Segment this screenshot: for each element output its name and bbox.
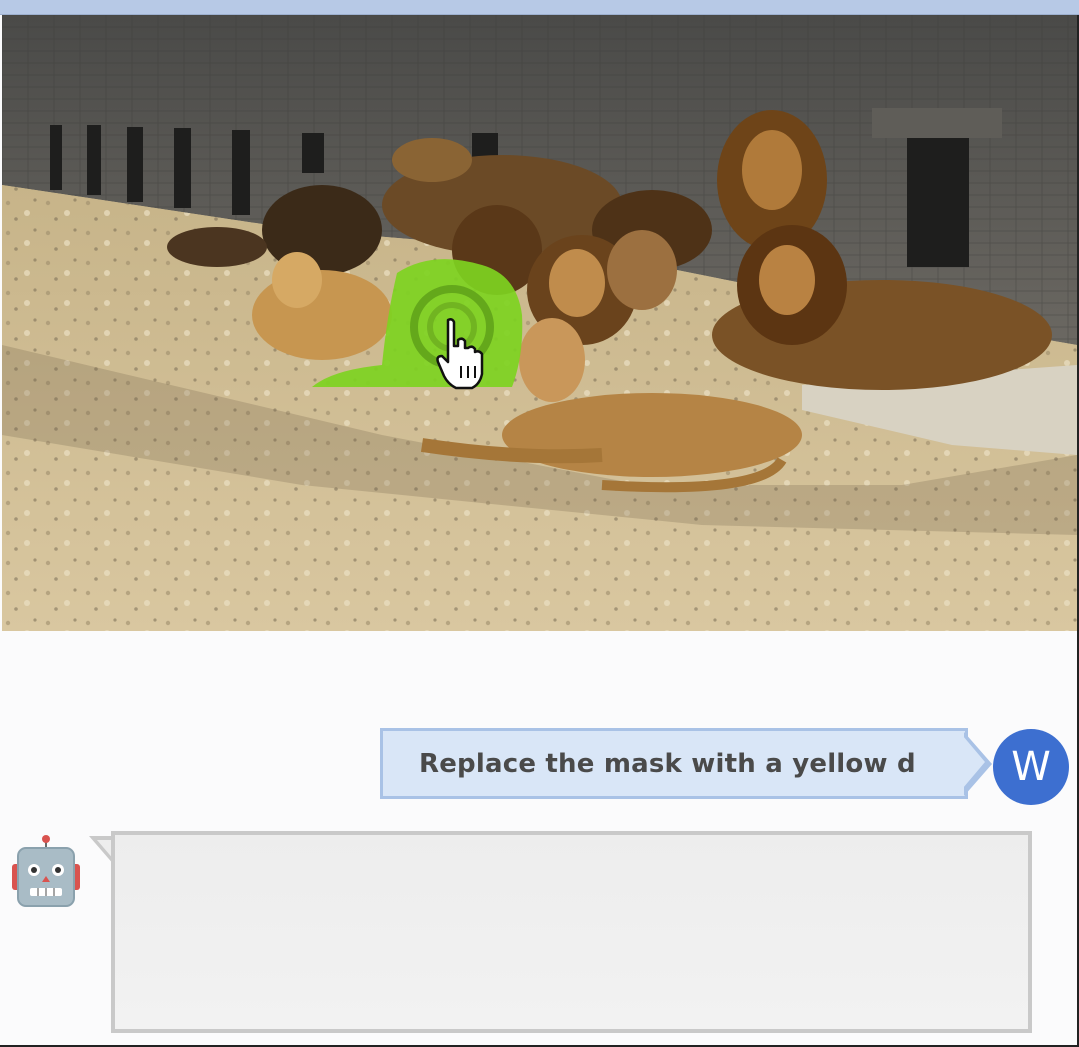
user-message-text: Replace the mask with a yellow d: [419, 748, 916, 779]
bot-message-bubble: [111, 831, 1032, 1033]
robot-icon: [10, 834, 86, 910]
user-message-bubble: Replace the mask with a yellow d: [380, 728, 968, 799]
user-avatar: W: [993, 729, 1069, 805]
image-canvas[interactable]: [2, 15, 1077, 631]
lion-photo: [2, 15, 1077, 631]
user-avatar-letter: W: [1011, 744, 1051, 790]
user-bubble-tail-inner: [963, 736, 985, 788]
window-top-bar: [0, 0, 1079, 15]
